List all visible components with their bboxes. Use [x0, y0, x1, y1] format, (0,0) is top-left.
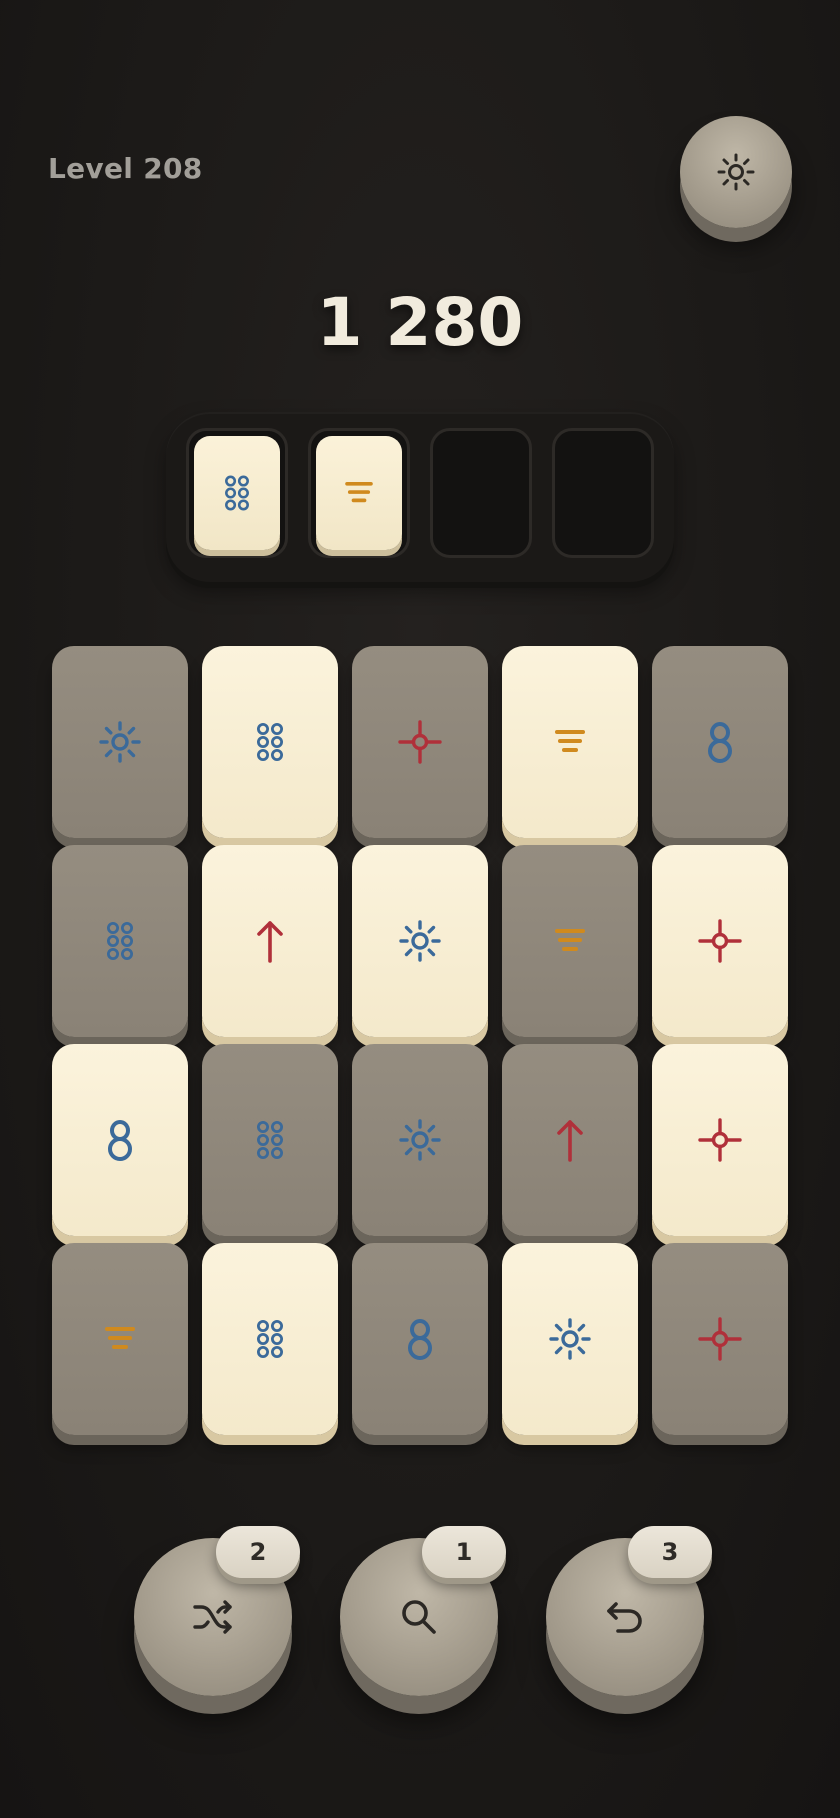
shuffle-button[interactable]: 2	[134, 1526, 304, 1718]
sun-icon	[399, 920, 441, 962]
level-label: Level 208	[48, 152, 203, 185]
tile-r2-c3[interactable]	[352, 845, 488, 1037]
tile-r1-c2[interactable]	[202, 646, 338, 838]
tile-r2-c2[interactable]	[202, 845, 338, 1037]
up-arrow-icon	[557, 1120, 583, 1162]
tile-r2-c5[interactable]	[652, 845, 788, 1037]
sun-icon	[99, 721, 141, 763]
tile-tray	[166, 412, 674, 582]
sun-icon	[549, 1318, 591, 1360]
six-dots-icon	[225, 475, 249, 511]
tile-r3-c5[interactable]	[652, 1044, 788, 1236]
tile-r1-c5	[652, 646, 788, 838]
tile-r4-c4[interactable]	[502, 1243, 638, 1435]
undo-button[interactable]: 3	[546, 1526, 716, 1718]
six-dots-icon	[256, 1320, 283, 1359]
stacked-bars-icon	[555, 730, 585, 752]
stacked-bars-icon	[555, 929, 585, 951]
score: 1 280	[316, 284, 524, 361]
tile-r2-c4	[502, 845, 638, 1037]
shuffle-count-badge: 2	[216, 1526, 300, 1578]
six-dots-icon	[106, 922, 133, 961]
six-dots-icon	[256, 1121, 283, 1160]
tray-tile-1	[194, 436, 280, 550]
tile-r1-c4[interactable]	[502, 646, 638, 838]
crosshair-icon	[698, 1118, 742, 1162]
figure-eight-icon	[708, 722, 732, 763]
crosshair-icon	[698, 919, 742, 963]
tile-r1-c1	[52, 646, 188, 838]
tile-r3-c1[interactable]	[52, 1044, 188, 1236]
tile-r4-c1	[52, 1243, 188, 1435]
figure-eight-icon	[108, 1120, 132, 1161]
tray-tile-2	[316, 436, 402, 550]
undo-count-badge: 3	[628, 1526, 712, 1578]
tile-r3-c3	[352, 1044, 488, 1236]
tile-r3-c4	[502, 1044, 638, 1236]
stacked-bars-icon	[345, 481, 373, 503]
hint-count-badge: 1	[422, 1526, 506, 1578]
tray-slot-3	[430, 428, 532, 558]
sun-icon	[717, 153, 755, 191]
crosshair-icon	[398, 720, 442, 764]
crosshair-icon	[698, 1317, 742, 1361]
tile-r4-c3	[352, 1243, 488, 1435]
figure-eight-icon	[408, 1319, 432, 1360]
tile-r4-c5	[652, 1243, 788, 1435]
sun-icon	[399, 1119, 441, 1161]
shuffle-icon	[193, 1600, 232, 1634]
settings-button[interactable]	[680, 116, 792, 244]
tile-r2-c1	[52, 845, 188, 1037]
tray-slot-2	[308, 428, 410, 558]
stacked-bars-icon	[105, 1327, 135, 1349]
tile-r3-c2	[202, 1044, 338, 1236]
tile-r1-c3	[352, 646, 488, 838]
up-arrow-icon	[257, 921, 283, 963]
magnifier-icon	[402, 1600, 436, 1634]
hint-button[interactable]: 1	[340, 1526, 510, 1718]
tile-r4-c2[interactable]	[202, 1243, 338, 1435]
tray-slot-4	[552, 428, 654, 558]
six-dots-icon	[256, 723, 283, 762]
undo-icon	[607, 1602, 642, 1633]
tray-slot-1	[186, 428, 288, 558]
